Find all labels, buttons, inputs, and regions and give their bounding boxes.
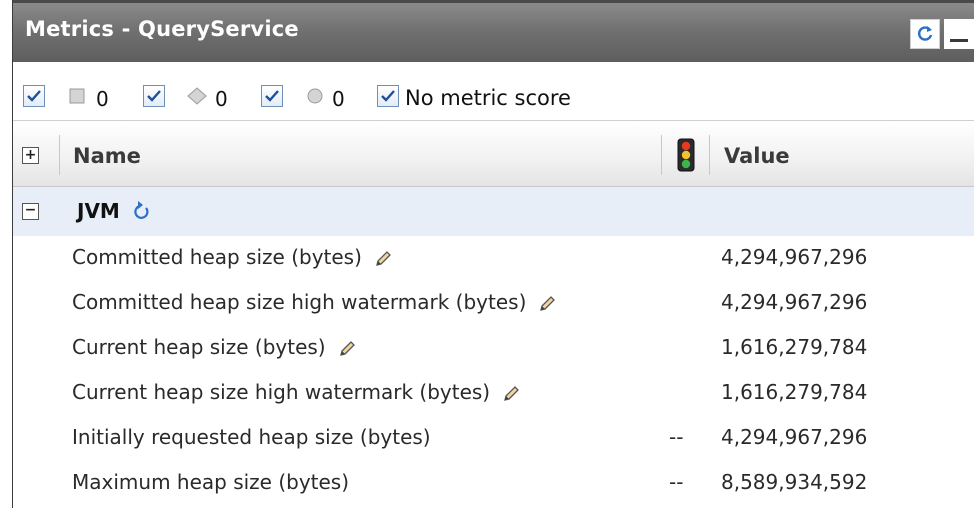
column-header-value[interactable]: Value [724,144,790,168]
metric-name-text: Current heap size (bytes) [72,335,326,359]
filter-checkbox-square[interactable] [23,85,45,107]
panel-title: Metrics - QueryService [25,17,299,41]
metric-name-text: Committed heap size high watermark (byte… [72,290,527,314]
traffic-light-icon [677,138,695,172]
expand-all-button[interactable]: + [22,147,39,164]
group-name: JVM [77,199,120,223]
column-separator [709,135,710,175]
metric-status: -- [669,425,684,449]
group-row-jvm[interactable]: − JVM [13,187,974,236]
metric-value: 4,294,967,296 [721,425,868,449]
table-row[interactable]: Initially requested heap size (bytes) --… [13,416,974,461]
refresh-icon [918,26,933,41]
metric-value: 1,616,279,784 [721,335,868,359]
pencil-icon[interactable] [538,295,556,313]
filter-count-square: 0 [96,87,109,111]
minimize-icon [950,39,968,42]
square-severity-icon [69,88,85,104]
table-header: + Name Value [13,120,974,187]
filter-checkbox-diamond[interactable] [143,85,165,107]
no-metric-score-label: No metric score [405,86,571,110]
refresh-button[interactable] [910,19,940,49]
metric-name-text: Current heap size high watermark (bytes) [72,380,491,404]
minimize-button[interactable] [944,19,974,49]
check-icon [265,90,279,102]
metric-value: 8,589,934,592 [721,470,868,494]
check-icon [147,90,161,102]
metric-value: 4,294,967,296 [721,245,868,269]
refresh-icon[interactable] [132,200,152,222]
metric-name: Committed heap size (bytes) [72,245,392,269]
check-icon [27,90,41,102]
table-row[interactable]: Committed heap size high watermark (byte… [13,281,974,326]
table-row[interactable]: Current heap size high watermark (bytes)… [13,371,974,416]
column-separator [661,135,662,175]
metric-status: -- [669,470,684,494]
panel-titlebar: Metrics - QueryService [13,0,974,62]
metrics-table: + Name Value − JVM Committed heap size (… [13,120,974,508]
metric-name: Maximum heap size (bytes) [72,470,350,494]
pencil-icon[interactable] [338,340,356,358]
filter-count-circle: 0 [332,87,345,111]
diamond-severity-icon [187,87,207,105]
pencil-icon[interactable] [374,250,392,268]
metric-name: Current heap size (bytes) [72,335,356,359]
metric-name: Initially requested heap size (bytes) [72,425,431,449]
filter-count-diamond: 0 [215,87,228,111]
metric-name: Current heap size high watermark (bytes) [72,380,520,404]
circle-severity-icon [307,88,323,104]
filter-checkbox-circle[interactable] [261,85,283,107]
metrics-panel: Metrics - QueryService 0 0 0 No metric s… [13,0,974,508]
severity-filter-bar: 0 0 0 No metric score [13,62,974,120]
filter-checkbox-no-metric-score[interactable] [377,85,399,107]
collapse-button[interactable]: − [22,203,39,220]
metric-name-text: Committed heap size (bytes) [72,245,362,269]
table-row[interactable]: Current heap size (bytes) 1,616,279,784 [13,326,974,371]
pencil-icon[interactable] [502,385,520,403]
metric-value: 4,294,967,296 [721,290,868,314]
table-row[interactable]: Maximum heap size (bytes) -- 8,589,934,5… [13,461,974,506]
column-header-name[interactable]: Name [73,144,141,168]
column-separator [59,135,60,175]
metric-value: 1,616,279,784 [721,380,868,404]
metric-name: Committed heap size high watermark (byte… [72,290,556,314]
check-icon [381,90,395,102]
table-row[interactable]: Committed heap size (bytes) 4,294,967,29… [13,236,974,281]
